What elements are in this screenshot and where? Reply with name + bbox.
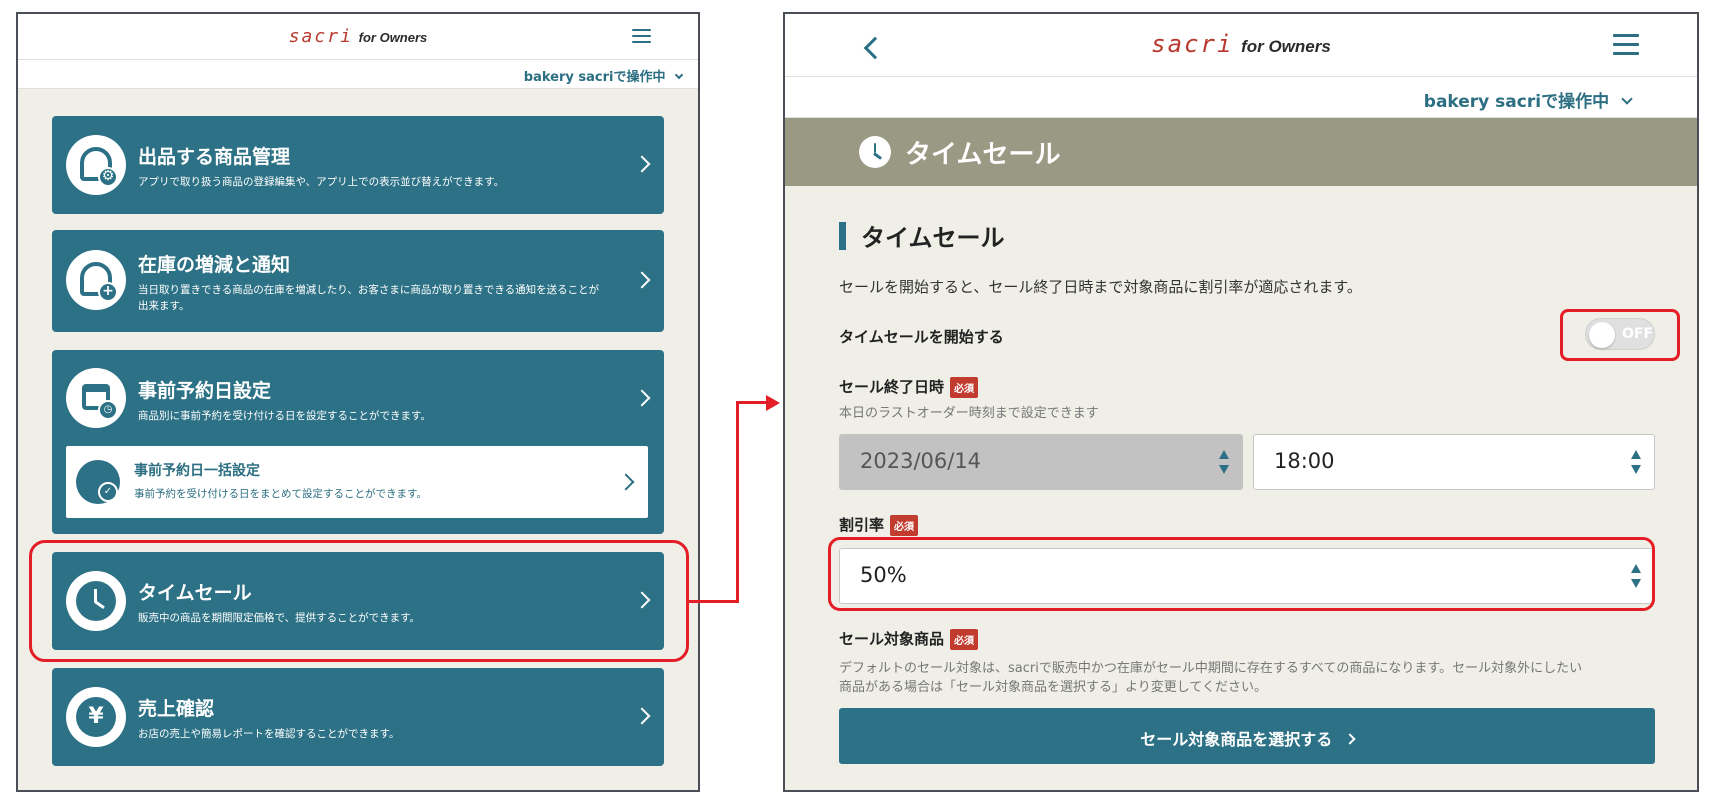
brand-name: sacri [1151,30,1234,58]
end-datetime-label: セール終了日時 必須 [839,376,979,398]
account-switcher[interactable]: bakery sacriで操作中 [18,59,698,89]
connector-line [736,401,766,404]
subcard-title: 事前予約日一括設定 [134,463,260,479]
target-hint-line: 商品がある場合は「セール対象商品を選択する」より変更してください。 [839,680,1267,695]
intro-text: セールを開始すると、セール終了日時まで対象商品に割引率が適応されます。 [839,278,1362,296]
chevron-right-icon [633,271,651,289]
account-label[interactable]: bakery sacriで操作中 [1423,87,1633,112]
chevron-right-icon [617,473,635,491]
page-title: タイムセール [905,140,1061,170]
card-title: 事前予約日設定 [138,380,272,402]
hamburger-menu-icon[interactable] [1613,34,1639,55]
section-accent-bar [839,222,846,250]
card-description: 商品別に事前予約を受け付ける日を設定することができます。 [138,410,431,422]
calendar-check-icon: ✓ [76,460,120,504]
brand-suffix: for Owners [1241,37,1331,56]
card-title: 出品する商品管理 [138,146,291,168]
menu-card-stock[interactable]: + 在庫の増減と通知 当日取り置きできる商品の在庫を増減したり、お客さまに商品が… [52,230,664,332]
target-products-hint: デフォルトのセール対象は、sacriで販売中かつ在庫がセール中期間に存在するすべ… [839,659,1582,697]
select-target-products-label: セール対象商品を選択する [839,726,1655,750]
account-switcher[interactable]: bakery sacriで操作中 [785,76,1697,118]
menu-card-sales[interactable]: ¥ 売上確認 お店の売上や簡易レポートを確認することができます。 [52,668,664,766]
time-sale-screen: sacri for Owners bakery sacriで操作中 タイムセール… [783,12,1699,792]
end-time-value: 18:00 [1274,449,1335,473]
brand-suffix: for Owners [358,30,428,45]
discount-label-text: 割引率 [839,516,885,534]
highlight-discount [828,537,1655,611]
highlight-toggle [1560,309,1680,361]
card-title: 在庫の増減と通知 [138,254,291,276]
end-datetime-label-text: セール終了日時 [839,378,945,396]
brand-logo: sacri for Owners [18,26,698,47]
required-badge: 必須 [950,629,979,650]
card-description: お店の売上や簡易レポートを確認することができます。 [138,728,400,740]
chevron-down-icon [674,70,684,80]
highlight-time-sale-card [29,540,689,662]
discount-label: 割引率 必須 [839,514,919,536]
connector-arrowhead-icon [766,395,780,411]
chevron-right-icon [633,155,651,173]
app-header: sacri for Owners [785,14,1697,76]
start-sale-label: タイムセールを開始する [839,328,1004,346]
chevron-right-icon [633,389,651,407]
end-datetime-hint: 本日のラストオーダー時刻まで設定できます [839,406,1099,421]
owner-menu-screen: sacri for Owners bakery sacriで操作中 ⚙ 出品する… [16,12,700,792]
clock-icon [859,136,891,168]
account-label[interactable]: bakery sacriで操作中 [523,66,684,85]
target-products-label: セール対象商品 必須 [839,628,979,650]
brand-name: sacri [288,26,353,47]
required-badge: 必須 [950,377,979,398]
connector-line [736,401,739,603]
chevron-down-icon [1621,93,1633,105]
yen-icon: ¥ [66,687,126,747]
select-updown-icon [1218,449,1230,475]
button-text: セール対象商品を選択する [1140,730,1333,749]
bread-plus-icon: + [66,250,126,310]
section-title: タイムセール [861,224,1005,252]
menu-card-reservation[interactable]: ◷ 事前予約日設定 商品別に事前予約を受け付ける日を設定することができます。 ✓… [52,350,664,534]
end-date-select[interactable]: 2023/06/14 [839,434,1243,490]
card-description: 当日取り置きできる商品の在庫を増減したり、お客さまに商品が取り置きできる通知を送… [138,284,600,312]
menu-card-products[interactable]: ⚙ 出品する商品管理 アプリで取り扱う商品の登録編集や、アプリ上での表示並び替え… [52,116,664,214]
select-target-products-button[interactable]: セール対象商品を選択する [839,708,1655,764]
connector-line [689,600,739,603]
select-updown-icon [1630,449,1642,475]
account-name: bakery sacriで操作中 [1423,92,1610,112]
calendar-clock-icon: ◷ [66,368,126,428]
card-title: 売上確認 [138,698,215,720]
required-badge: 必須 [890,515,919,536]
target-products-label-text: セール対象商品 [839,630,945,648]
page-banner: タイムセール [785,118,1697,186]
chevron-right-icon [1344,733,1356,745]
hamburger-menu-icon[interactable] [632,29,651,43]
chevron-right-icon [633,707,651,725]
end-date-value: 2023/06/14 [860,449,982,473]
bread-gear-icon: ⚙ [66,135,126,195]
account-name: bakery sacriで操作中 [523,70,666,85]
subcard-description: 事前予約を受け付ける日をまとめて設定することができます。 [134,488,427,500]
brand-logo: sacri for Owners [785,30,1697,58]
end-time-select[interactable]: 18:00 [1253,434,1655,490]
app-header: sacri for Owners [18,14,698,59]
card-description: アプリで取り扱う商品の登録編集や、アプリ上での表示並び替えができます。 [138,176,505,188]
target-hint-line: デフォルトのセール対象は、sacriで販売中かつ在庫がセール中期間に存在するすべ… [839,661,1583,676]
subcard-bulk-reservation[interactable]: ✓ 事前予約日一括設定 事前予約を受け付ける日をまとめて設定することができます。 [66,446,648,518]
